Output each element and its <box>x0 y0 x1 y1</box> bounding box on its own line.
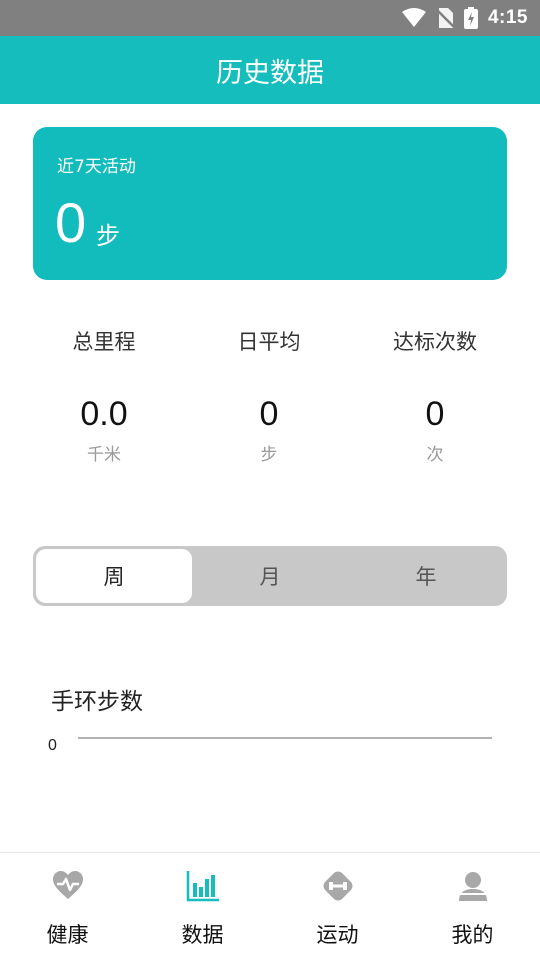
nav-item-data[interactable]: 数据 <box>135 853 270 960</box>
nav-label: 健康 <box>46 923 89 947</box>
status-time: 4:15 <box>487 7 528 28</box>
status-icons: 4:15 <box>401 5 528 31</box>
nav-item-health[interactable]: 健康 <box>0 853 135 960</box>
dumbbell-icon <box>323 871 352 901</box>
bottom-nav: 健康 数据 运动 我的 <box>0 852 540 960</box>
chart-title: 手环步数 <box>51 689 143 715</box>
app-header: 历史数据 <box>0 36 540 104</box>
summary-label: 近7天活动 <box>57 157 136 177</box>
stat-daily-average: 日平均 0 步 <box>179 326 359 466</box>
status-bar: 4:15 <box>0 0 540 36</box>
nav-item-exercise[interactable]: 运动 <box>270 853 405 960</box>
page-title: 历史数据 <box>216 57 324 89</box>
stat-unit: 步 <box>260 445 278 465</box>
nav-label: 我的 <box>451 923 494 947</box>
y-tick-label: 0 <box>48 737 57 754</box>
heart-pulse-icon <box>52 871 83 899</box>
stat-goal-count: 达标次数 0 次 <box>345 326 525 466</box>
nav-label: 运动 <box>316 923 359 947</box>
wifi-icon <box>401 8 426 27</box>
bar-chart-icon <box>186 871 219 902</box>
stat-label: 达标次数 <box>393 330 477 354</box>
stat-value: 0.0 <box>80 395 128 433</box>
segment-year[interactable]: 年 <box>348 549 504 603</box>
summary-unit: 步 <box>96 222 120 250</box>
stat-label: 日平均 <box>237 330 301 354</box>
summary-card: 近7天活动 0 步 <box>33 127 507 280</box>
summary-value: 0 <box>55 191 87 254</box>
stats-row: 总里程 0.0 千米 日平均 0 步 达标次数 0 次 <box>0 326 540 486</box>
no-sim-icon <box>435 8 454 28</box>
stat-total-distance: 总里程 0.0 千米 <box>14 326 194 466</box>
period-segment: 周 月 年 <box>33 546 507 606</box>
nav-label: 数据 <box>181 923 224 947</box>
stat-value: 0 <box>259 395 279 433</box>
battery-charging-icon <box>463 7 478 29</box>
stat-unit: 千米 <box>87 445 121 465</box>
stat-value: 0 <box>425 395 445 433</box>
stat-label: 总里程 <box>72 330 136 354</box>
stat-unit: 次 <box>426 445 444 465</box>
user-icon <box>458 872 487 901</box>
steps-chart: 0 <box>48 737 492 754</box>
segment-week[interactable]: 周 <box>36 549 192 603</box>
nav-item-mine[interactable]: 我的 <box>405 853 540 960</box>
segment-month[interactable]: 月 <box>192 549 348 603</box>
